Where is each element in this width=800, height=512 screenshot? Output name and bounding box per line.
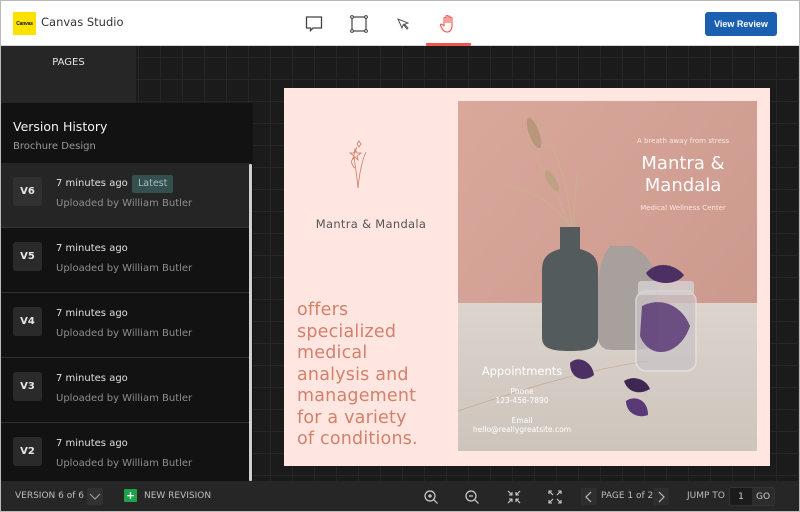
latest-badge: Latest xyxy=(132,175,174,193)
chevron-down-icon xyxy=(89,493,101,500)
blurb-line: of conditions. xyxy=(297,429,418,449)
fit-to-screen-button[interactable] xyxy=(505,488,523,506)
frame-tool-button[interactable] xyxy=(348,13,370,35)
brochure-subtitle: Medical Wellness Center xyxy=(640,204,726,212)
view-review-button[interactable]: View Review xyxy=(705,12,777,36)
jump-to-page-input[interactable] xyxy=(730,488,752,505)
email-label: Email xyxy=(511,416,533,425)
brochure-blurb: offers specialized medical analysis and … xyxy=(297,300,462,451)
blurb-line: medical xyxy=(297,343,368,363)
pages-tab[interactable]: PAGES xyxy=(1,46,136,103)
hand-pan-icon xyxy=(439,14,453,33)
version-list-scrollbar[interactable] xyxy=(249,164,252,481)
version-uploader: Uploaded by William Butler xyxy=(56,328,193,339)
version-dropdown-button[interactable] xyxy=(87,488,103,505)
hand-tool-button[interactable] xyxy=(437,13,459,35)
jump-to-control: GO xyxy=(729,487,775,506)
frame-select-icon xyxy=(350,15,368,33)
version-uploader: Uploaded by William Butler xyxy=(56,263,193,274)
comment-tool-button[interactable] xyxy=(303,13,325,35)
version-time: 7 minutes ago xyxy=(56,178,128,189)
phone-number: 123-456-7890 xyxy=(495,396,549,405)
zoom-out-button[interactable] xyxy=(463,488,481,506)
jump-to-label: JUMP TO xyxy=(687,491,725,501)
phone-label: Phone xyxy=(510,387,534,396)
version-list: V6 7 minutes ago Latest Uploaded by Will… xyxy=(1,163,251,481)
version-item-v5[interactable]: V5 7 minutes ago Uploaded by William But… xyxy=(1,228,251,293)
page-indicator: PAGE 1 of 2 xyxy=(601,491,654,501)
version-time: 7 minutes ago xyxy=(56,308,128,319)
panel-title: Version History xyxy=(13,119,108,134)
collapse-icon xyxy=(507,490,521,504)
brochure-tagline: A breath away from stress xyxy=(636,137,730,145)
blurb-line: management xyxy=(297,386,417,406)
version-uploader: Uploaded by William Butler xyxy=(56,198,193,209)
prev-page-button[interactable] xyxy=(581,488,597,505)
email-address: hello@reallygreatsite.com xyxy=(472,425,572,434)
next-page-button[interactable] xyxy=(653,488,669,505)
version-item-v2[interactable]: V2 7 minutes ago Uploaded by William But… xyxy=(1,423,251,481)
brand-line: Mandala xyxy=(644,175,722,196)
version-item-v4[interactable]: V4 7 minutes ago Uploaded by William But… xyxy=(1,293,251,358)
expand-icon xyxy=(548,490,562,504)
blurb-line: analysis and xyxy=(297,364,409,385)
version-history-panel: Version History Brochure Design V6 7 min… xyxy=(1,103,253,481)
brochure-page[interactable]: Mantra & Mandala offers specialized medi… xyxy=(284,88,770,466)
version-time: 7 minutes ago xyxy=(56,373,128,384)
version-time: 7 minutes ago xyxy=(56,243,128,254)
active-tool-indicator xyxy=(426,43,471,46)
speech-bubble-icon xyxy=(305,16,323,33)
zoom-in-icon xyxy=(424,490,438,504)
fullscreen-button[interactable] xyxy=(546,488,564,506)
chevron-left-icon xyxy=(585,491,592,502)
version-time: 7 minutes ago xyxy=(56,438,128,449)
cursor-arrow-icon xyxy=(397,18,410,30)
appointments-heading: Appointments xyxy=(481,364,563,378)
plus-icon[interactable]: + xyxy=(124,489,137,502)
app-logo: Canvas xyxy=(13,12,36,35)
blurb-line: specialized xyxy=(297,321,397,342)
bottom-toolbar: VERSION 6 of 6 + NEW REVISION PAGE 1 of … xyxy=(1,481,799,511)
zoom-out-icon xyxy=(465,490,479,504)
top-bar: Canvas Canvas Studio View Review xyxy=(1,1,799,46)
version-badge: V6 xyxy=(13,177,42,206)
new-revision-button[interactable]: NEW REVISION xyxy=(144,491,211,501)
pointer-tool-button[interactable] xyxy=(392,13,414,35)
floral-illustration-icon xyxy=(348,140,367,189)
version-uploader: Uploaded by William Butler xyxy=(56,458,193,469)
go-button[interactable]: GO xyxy=(752,488,774,505)
version-item-v6[interactable]: V6 7 minutes ago Latest Uploaded by Will… xyxy=(1,163,251,228)
brochure-photo: A breath away from stress Mantra & Manda… xyxy=(458,101,757,451)
chevron-right-icon xyxy=(658,491,665,502)
version-badge: V3 xyxy=(13,372,42,401)
version-item-v3[interactable]: V3 7 minutes ago Uploaded by William But… xyxy=(1,358,251,423)
brochure-brand-title: Mantra & Mandala xyxy=(608,153,757,197)
brochure-brand-left: Mantra & Mandala xyxy=(315,217,427,231)
app-window: Canvas Canvas Studio View Review PAGES V… xyxy=(0,0,800,512)
brand-line: Mantra & xyxy=(641,153,725,174)
version-badge: V5 xyxy=(13,242,42,271)
version-badge: V4 xyxy=(13,307,42,336)
blurb-line: for a variety xyxy=(297,407,407,428)
version-badge: V2 xyxy=(13,437,42,466)
version-indicator: VERSION 6 of 6 xyxy=(15,491,84,501)
panel-subtitle: Brochure Design xyxy=(13,141,96,152)
app-title: Canvas Studio xyxy=(41,15,124,29)
zoom-in-button[interactable] xyxy=(422,488,440,506)
version-uploader: Uploaded by William Butler xyxy=(56,393,193,404)
blurb-line: offers xyxy=(297,300,349,320)
